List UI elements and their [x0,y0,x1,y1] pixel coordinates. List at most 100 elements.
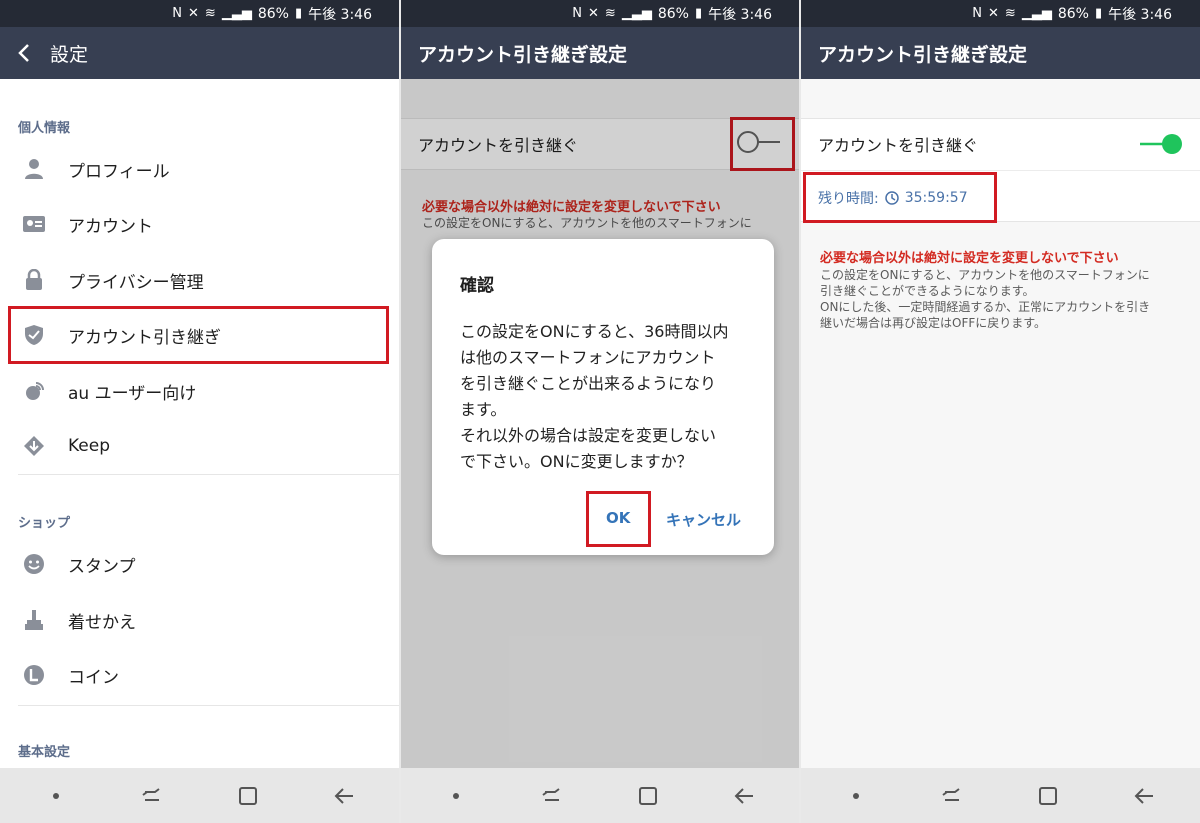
nav-dot-button[interactable] [426,776,486,816]
recent-apps-icon [542,787,560,801]
battery-percent: 86% [257,5,289,22]
recent-apps-button[interactable] [922,776,982,816]
battery-percent: 86% [657,5,689,22]
menu-item-au[interactable]: au ユーザー向け [0,363,400,419]
page-title: 設定 [50,43,89,66]
back-button[interactable] [2,27,46,79]
toggle-switch[interactable] [1138,132,1182,156]
section-title-basic: 基本設定 [18,745,71,760]
signal-icon: ▁▃▅ [221,6,252,21]
recent-apps-button[interactable] [522,776,582,816]
transfer-confirm-screen: N ✕ ≋ ▁▃▅ 86% ▮ 午後 3:46 アカウント引き継ぎ設定 アカウン… [400,0,800,823]
satellite-icon [20,377,48,405]
divider [800,170,1200,171]
transfer-toggle-row[interactable]: アカウントを引き継ぐ [800,118,1200,170]
nfc-icon: N [572,6,583,21]
mute-icon: ✕ [188,6,199,21]
system-nav-bar [800,768,1200,823]
status-bar: N ✕ ≋ ▁▃▅ 86% ▮ 午後 3:46 [400,0,800,27]
menu-label: プライバシー管理 [68,272,204,293]
menu-label: スタンプ [68,556,136,577]
back-nav-button[interactable] [314,776,374,816]
page-title: アカウント引き継ぎ設定 [418,43,628,66]
home-icon [639,786,657,805]
status-bar: N ✕ ≋ ▁▃▅ 86% ▮ 午後 3:46 [800,0,1200,27]
back-arrow-icon [334,787,353,804]
app-bar: アカウント引き継ぎ設定 [400,27,800,79]
system-nav-bar [0,768,400,823]
recent-apps-button[interactable] [122,776,182,816]
coin-icon [20,661,48,689]
system-nav-bar [400,768,800,823]
divider [18,474,400,475]
screen-divider [799,0,801,823]
nav-dot-button[interactable] [26,776,86,816]
menu-label: Keep [68,436,111,456]
status-bar: N ✕ ≋ ▁▃▅ 86% ▮ 午後 3:46 [0,0,400,27]
section-title-shop: ショップ [18,516,71,531]
menu-item-account[interactable]: アカウント [0,196,400,252]
menu-label: 着せかえ [68,612,136,633]
menu-item-privacy[interactable]: プライバシー管理 [0,252,400,308]
back-arrow-icon [734,787,753,804]
menu-label: au ユーザー向け [68,383,197,404]
clock: 午後 3:46 [1108,6,1172,23]
menu-item-keep[interactable]: Keep [0,418,400,474]
app-bar: 設定 [0,27,400,79]
nfc-icon: N [972,6,983,21]
menu-item-profile[interactable]: プロフィール [0,141,400,197]
smiley-icon [20,550,48,578]
home-button[interactable] [618,776,678,816]
highlight-box [8,306,389,364]
screen-divider [399,0,401,823]
battery-icon: ▮ [294,6,303,21]
menu-label: アカウント [68,216,153,237]
app-bar: アカウント引き継ぎ設定 [800,27,1200,79]
person-icon [20,155,48,183]
back-nav-button[interactable] [1114,776,1174,816]
clock: 午後 3:46 [708,6,772,23]
menu-label: プロフィール [68,161,170,182]
home-icon [239,786,257,805]
chevron-left-icon [18,44,29,62]
dialog-title: 確認 [460,276,494,296]
battery-icon: ▮ [694,6,703,21]
home-button[interactable] [218,776,278,816]
back-nav-button[interactable] [714,776,774,816]
recent-apps-icon [942,787,960,801]
menu-item-stickers[interactable]: スタンプ [0,536,400,592]
toggle-label: アカウントを引き継ぐ [818,136,979,155]
wifi-icon: ≋ [604,6,616,21]
cancel-button[interactable]: キャンセル [666,509,741,530]
menu-item-themes[interactable]: 着せかえ [0,592,400,648]
home-icon [1039,786,1057,805]
back-arrow-icon [1134,787,1153,804]
mute-icon: ✕ [588,6,599,21]
home-button[interactable] [1018,776,1078,816]
recent-apps-icon [142,787,160,801]
clock: 午後 3:46 [308,6,372,23]
signal-icon: ▁▃▅ [621,6,652,21]
battery-percent: 86% [1057,5,1089,22]
settings-screen: N ✕ ≋ ▁▃▅ 86% ▮ 午後 3:46 設定 個人情報 プロフィール ア… [0,0,400,823]
transfer-enabled-screen: N ✕ ≋ ▁▃▅ 86% ▮ 午後 3:46 アカウント引き継ぎ設定 アカウン… [800,0,1200,823]
wifi-icon: ≋ [1004,6,1016,21]
lock-icon [20,266,48,294]
keep-icon [20,432,48,460]
menu-item-coins[interactable]: コイン [0,647,400,703]
highlight-box [803,172,997,223]
menu-label: コイン [68,667,119,688]
page-title: アカウント引き継ぎ設定 [818,43,1028,66]
mute-icon: ✕ [988,6,999,21]
signal-icon: ▁▃▅ [1021,6,1052,21]
wifi-icon: ≋ [204,6,216,21]
dialog-message: この設定をONにすると、36時間以内 は他のスマートフォンにアカウント を引き継… [460,322,729,471]
battery-icon: ▮ [1094,6,1103,21]
highlight-box [586,491,651,547]
divider [18,705,400,706]
nav-dot-button[interactable] [826,776,886,816]
nfc-icon: N [172,6,183,21]
brush-icon [20,606,48,634]
warning-title: 必要な場合以外は絶対に設定を変更しないで下さい [820,251,1119,266]
warning-body: この設定をONにすると、アカウントを他のスマートフォンに 引き継ぐことができるよ… [820,268,1151,330]
